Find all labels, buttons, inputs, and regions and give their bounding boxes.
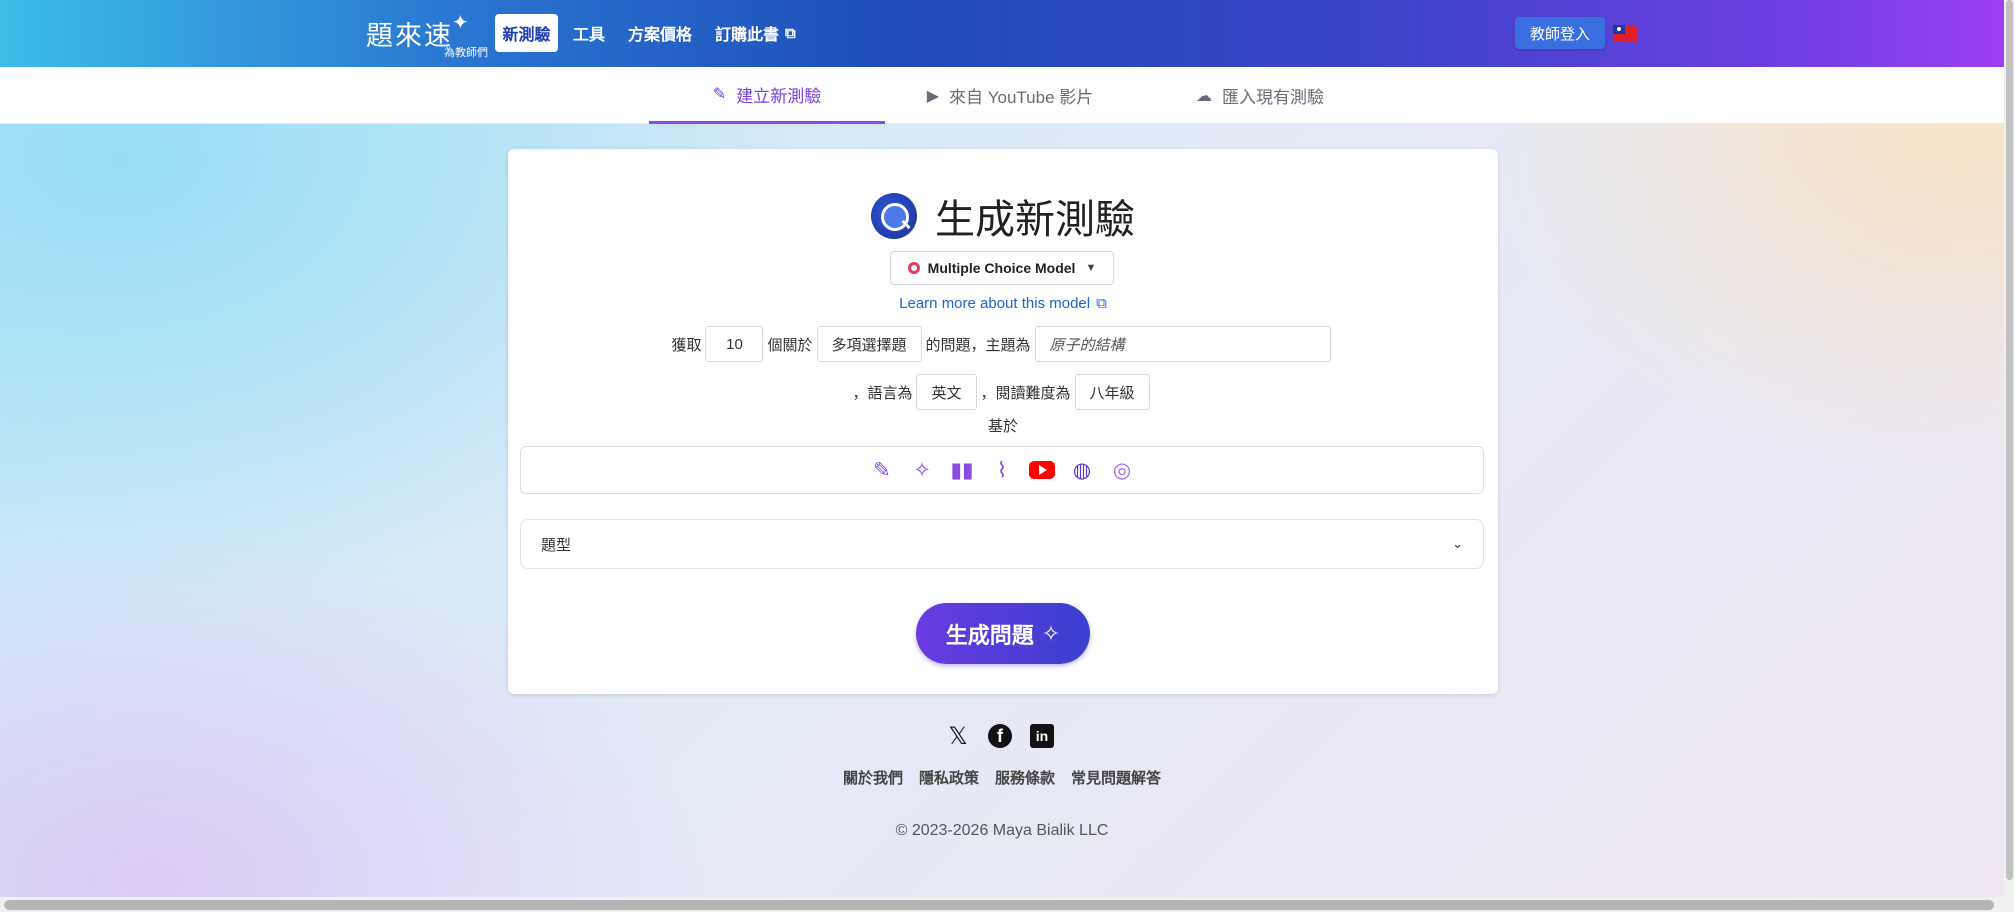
tab-youtube-label: 來自 YouTube 影片	[949, 88, 1094, 107]
nav-pricing-label: 方案價格	[628, 27, 693, 44]
tab-import-label: 匯入現有測驗	[1222, 88, 1324, 107]
book-icon[interactable]: ▮▮	[942, 458, 982, 483]
about-label: 個關於	[767, 336, 813, 354]
based-on-label: 基於	[987, 418, 1018, 435]
tab-create-label: 建立新測驗	[736, 86, 822, 106]
topic-label: 的問題，主題為	[925, 336, 1031, 354]
topic-input[interactable]: 原子的結構	[1034, 326, 1331, 362]
magic-wand-icon[interactable]: ✧	[902, 458, 942, 483]
model-dropdown[interactable]: Multiple Choice Model ▼	[890, 251, 1114, 285]
chevron-down-icon: ⌄	[1452, 536, 1463, 551]
nav-pricing[interactable]: 方案價格	[628, 14, 692, 52]
footer-link-terms[interactable]: 服務條款	[995, 767, 1055, 788]
taiwan-flag-icon[interactable]	[1613, 25, 1637, 42]
footer-link-faq[interactable]: 常見問題解答	[1071, 767, 1161, 788]
site-logo[interactable]: 題來速 ✦ 為教師們	[366, 12, 488, 59]
page-title-text: 生成新測驗	[935, 197, 1135, 243]
globe-icon[interactable]: ◍	[1062, 458, 1102, 483]
source-selector: ✎ ✧ ▮▮ ⌇ ◍ ◎	[520, 446, 1484, 494]
nav-new-quiz-label: 新測驗	[502, 27, 551, 44]
linkedin-icon[interactable]: in	[1030, 724, 1054, 748]
vertical-scrollbar[interactable]	[2006, 0, 2013, 880]
chevron-down-icon: ▼	[1085, 262, 1097, 274]
model-dropdown-label: Multiple Choice Model	[927, 260, 1076, 276]
horizontal-scrollbar[interactable]	[4, 900, 1994, 910]
nav-tools-label: 工具	[573, 27, 606, 44]
reading-level-select[interactable]: 八年級	[1074, 374, 1150, 410]
logo-title: 題來速	[366, 21, 453, 52]
language-select[interactable]: 英文	[916, 374, 977, 410]
language-label: ，語言為	[852, 384, 913, 402]
topic-placeholder: 原子的結構	[1049, 336, 1125, 354]
footer-link-privacy[interactable]: 隱私政策	[919, 767, 979, 788]
nav-subscribe-book[interactable]: 訂購此書 ⧉	[715, 14, 796, 52]
copyright-text: © 2023-2026 Maya Bialik LLC	[895, 822, 1109, 839]
logo-subtitle: 為教師們	[444, 47, 488, 59]
social-links: 𝕏 f in	[946, 723, 1072, 750]
edit-icon[interactable]: ✎	[862, 458, 902, 483]
question-type-value: 多項選擇題	[831, 336, 907, 354]
magic-wand-icon: ✎	[712, 86, 727, 103]
question-count-input[interactable]: 10	[705, 326, 764, 362]
youtube-icon: ▶	[926, 87, 940, 105]
teacher-login-button[interactable]: 教師登入	[1515, 17, 1605, 49]
magic-wand-icon: ✧	[1041, 620, 1061, 646]
paperclip-icon[interactable]: ⌇	[982, 458, 1022, 483]
learn-more-label: Learn more about this model	[899, 295, 1091, 312]
external-link-icon: ⧉	[1096, 295, 1107, 312]
target-icon[interactable]: ◎	[1102, 458, 1142, 483]
tab-create-new-quiz[interactable]: ✎ 建立新測驗	[649, 67, 885, 124]
quiz-form-row-2: ，語言為 英文 ，閱讀難度為 八年級	[508, 374, 1498, 410]
footer-links: 關於我們 隱私政策 服務條款 常見問題解答	[0, 767, 2004, 788]
question-type-select[interactable]: 多項選擇題	[816, 326, 922, 362]
x-twitter-icon[interactable]: 𝕏	[946, 723, 970, 750]
tab-from-youtube[interactable]: ▶ 來自 YouTube 影片	[885, 67, 1135, 124]
question-type-accordion[interactable]: 題型 ⌄	[520, 519, 1484, 569]
youtube-icon[interactable]	[1029, 461, 1055, 479]
nav-new-quiz[interactable]: 新測驗	[495, 14, 558, 52]
teacher-login-label: 教師登入	[1529, 25, 1590, 43]
reading-level-label: ，閱讀難度為	[980, 384, 1071, 402]
generate-label: 生成問題	[945, 622, 1034, 648]
page-title: 生成新測驗	[508, 187, 1498, 245]
language-value: 英文	[931, 384, 962, 402]
generate-questions-button[interactable]: 生成問題 ✧	[916, 603, 1090, 664]
get-label: 獲取	[671, 336, 702, 354]
nav-subscribe-label: 訂購此書	[715, 27, 780, 44]
facebook-icon[interactable]: f	[988, 724, 1012, 748]
sparkle-icon: ✦	[452, 12, 469, 34]
tab-import-quiz[interactable]: ☁ 匯入現有測驗	[1135, 67, 1385, 124]
learn-more-link[interactable]: Learn more about this model ⧉	[508, 295, 1498, 312]
reading-level-value: 八年級	[1089, 384, 1135, 402]
quiz-search-icon	[871, 193, 917, 239]
quiz-form-row-1: 獲取 10 個關於 多項選擇題 的問題，主題為 原子的結構	[508, 326, 1498, 362]
question-count-value: 10	[726, 335, 743, 353]
target-icon	[907, 262, 920, 274]
cloud-download-icon: ☁	[1196, 87, 1212, 105]
question-type-label: 題型	[541, 536, 572, 554]
nav-tools[interactable]: 工具	[573, 14, 605, 52]
mode-tabs: ✎ 建立新測驗 ▶ 來自 YouTube 影片 ☁ 匯入現有測驗	[0, 67, 2004, 124]
external-link-icon: ⧉	[785, 24, 796, 42]
top-navbar: 題來速 ✦ 為教師們 新測驗 工具 方案價格 訂購此書 ⧉ 教師登入	[0, 0, 2004, 67]
footer-link-about[interactable]: 關於我們	[843, 767, 903, 788]
quiz-generator-card: 生成新測驗 Multiple Choice Model ▼ Learn more…	[508, 149, 1498, 694]
